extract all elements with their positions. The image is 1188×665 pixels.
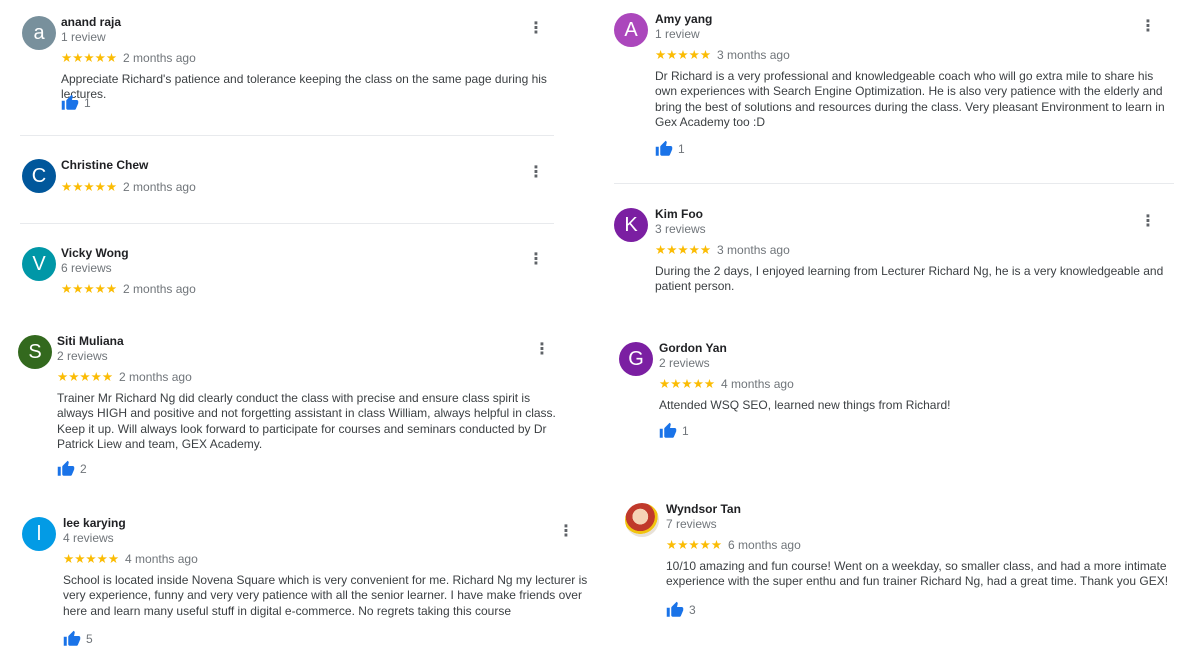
- review-count: 4 reviews: [63, 531, 114, 545]
- star-rating: ★★★★★: [655, 243, 712, 257]
- more-options-icon[interactable]: ⋮: [1140, 214, 1156, 230]
- star-rating: ★★★★★: [61, 51, 118, 65]
- review-count: 2 reviews: [57, 349, 108, 363]
- review-text: Dr Richard is a very professional and kn…: [655, 69, 1165, 130]
- like-button[interactable]: 2: [57, 460, 87, 478]
- avatar[interactable]: A: [614, 13, 648, 47]
- review-count: 1 review: [61, 30, 106, 44]
- reviewer-name[interactable]: Christine Chew: [61, 158, 561, 173]
- review-text: Attended WSQ SEO, learned new things fro…: [659, 398, 951, 412]
- review-count: 7 reviews: [666, 517, 717, 531]
- review-date: 2 months ago: [123, 282, 196, 296]
- reviewer-name[interactable]: anand raja: [61, 15, 561, 30]
- like-button[interactable]: 1: [61, 94, 91, 112]
- rating-row: ★★★★★ 6 months ago: [666, 538, 1171, 552]
- more-options-icon[interactable]: ⋮: [528, 165, 544, 181]
- star-rating: ★★★★★: [61, 282, 118, 296]
- avatar[interactable]: S: [18, 335, 52, 369]
- reviewer-name[interactable]: Gordon Yan: [659, 341, 1169, 356]
- like-button[interactable]: 1: [655, 140, 685, 158]
- reviewer-name[interactable]: Amy yang: [655, 12, 1170, 27]
- review-text: School is located inside Novena Square w…: [63, 573, 588, 618]
- thumbs-up-icon: [63, 630, 81, 646]
- review-date: 4 months ago: [125, 552, 198, 566]
- like-button[interactable]: 1: [659, 422, 689, 440]
- avatar[interactable]: a: [22, 16, 56, 50]
- review-date: 2 months ago: [123, 180, 196, 194]
- avatar-photo[interactable]: [625, 503, 659, 537]
- rating-row: ★★★★★ 4 months ago: [63, 552, 591, 566]
- avatar[interactable]: l: [22, 517, 56, 551]
- divider: [614, 183, 1174, 184]
- like-count: 1: [682, 424, 689, 438]
- rating-row: ★★★★★ 4 months ago: [659, 377, 1169, 391]
- like-count: 1: [84, 96, 91, 110]
- rating-row: ★★★★★ 3 months ago: [655, 243, 1170, 257]
- review-count: 1 review: [655, 27, 700, 41]
- review-date: 2 months ago: [119, 370, 192, 384]
- avatar[interactable]: G: [619, 342, 653, 376]
- more-options-icon[interactable]: ⋮: [528, 252, 544, 268]
- review-date: 2 months ago: [123, 51, 196, 65]
- star-rating: ★★★★★: [63, 552, 120, 566]
- reviewer-name[interactable]: Wyndsor Tan: [666, 502, 1171, 517]
- reviewer-name[interactable]: lee karying: [63, 516, 591, 531]
- reviewer-name[interactable]: Kim Foo: [655, 207, 1170, 222]
- more-options-icon[interactable]: ⋮: [528, 21, 544, 37]
- star-rating: ★★★★★: [57, 370, 114, 384]
- like-count: 1: [678, 142, 685, 156]
- like-count: 2: [80, 462, 87, 476]
- rating-row: ★★★★★ 2 months ago: [61, 180, 561, 194]
- thumbs-up-icon: [655, 140, 673, 156]
- star-rating: ★★★★★: [61, 180, 118, 194]
- reviewer-name[interactable]: Vicky Wong: [61, 246, 561, 261]
- review-text: Trainer Mr Richard Ng did clearly conduc…: [57, 391, 556, 452]
- divider: [20, 223, 554, 224]
- rating-row: ★★★★★ 2 months ago: [61, 51, 561, 65]
- thumbs-up-icon: [61, 94, 79, 110]
- like-count: 3: [689, 603, 696, 617]
- more-options-icon[interactable]: ⋮: [1140, 19, 1156, 35]
- more-options-icon[interactable]: ⋮: [558, 524, 574, 540]
- like-button[interactable]: 5: [63, 630, 93, 648]
- like-count: 5: [86, 632, 93, 646]
- avatar[interactable]: V: [22, 247, 56, 281]
- star-rating: ★★★★★: [666, 538, 723, 552]
- review-count: 6 reviews: [61, 261, 112, 275]
- review-date: 3 months ago: [717, 48, 790, 62]
- review-date: 3 months ago: [717, 243, 790, 257]
- review-count: 3 reviews: [655, 222, 706, 236]
- review-date: 6 months ago: [728, 538, 801, 552]
- avatar[interactable]: K: [614, 208, 648, 242]
- rating-row: ★★★★★ 2 months ago: [61, 282, 561, 296]
- star-rating: ★★★★★: [655, 48, 712, 62]
- review-text: 10/10 amazing and fun course! Went on a …: [666, 559, 1169, 589]
- divider: [20, 135, 554, 136]
- review-count: 2 reviews: [659, 356, 710, 370]
- thumbs-up-icon: [666, 601, 684, 617]
- reviewer-name[interactable]: Siti Muliana: [57, 334, 562, 349]
- star-rating: ★★★★★: [659, 377, 716, 391]
- review-text: Appreciate Richard's patience and tolera…: [61, 72, 547, 102]
- avatar[interactable]: C: [22, 159, 56, 193]
- rating-row: ★★★★★ 3 months ago: [655, 48, 1170, 62]
- thumbs-up-icon: [659, 422, 677, 438]
- more-options-icon[interactable]: ⋮: [534, 342, 550, 358]
- like-button[interactable]: 3: [666, 601, 696, 619]
- review-text: During the 2 days, I enjoyed learning fr…: [655, 264, 1164, 294]
- rating-row: ★★★★★ 2 months ago: [57, 370, 562, 384]
- review-date: 4 months ago: [721, 377, 794, 391]
- thumbs-up-icon: [57, 460, 75, 476]
